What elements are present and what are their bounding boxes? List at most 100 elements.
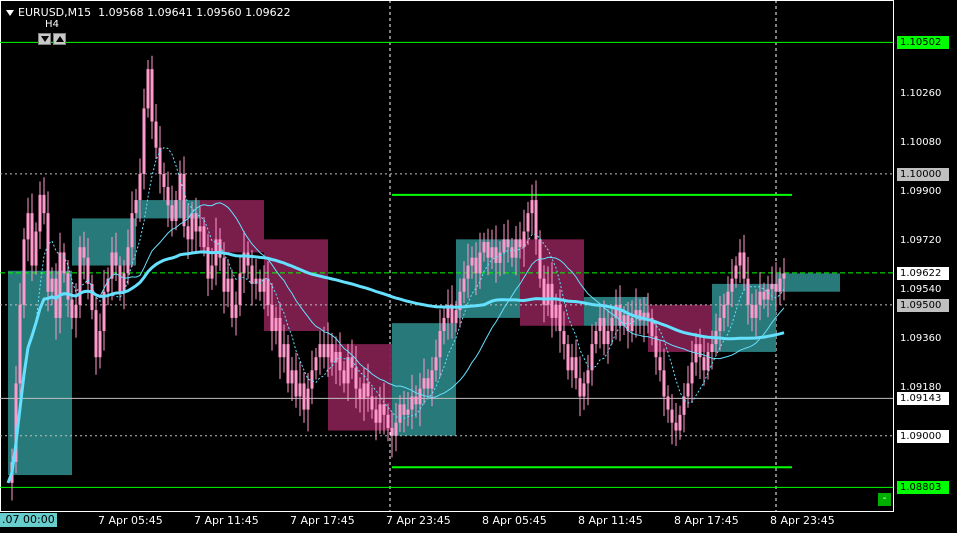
candle-body <box>570 357 574 371</box>
candle-body <box>194 213 198 232</box>
timeframe-widget: H4 <box>38 19 68 47</box>
candle-body <box>590 344 594 371</box>
dropdown-triangle-icon[interactable] <box>6 10 14 16</box>
time-label: 8 Apr 05:45 <box>482 514 547 527</box>
candle-body <box>578 378 582 397</box>
candle-body <box>162 173 166 187</box>
candle-body <box>114 252 118 266</box>
h4-candle-box <box>8 270 72 476</box>
candle-body <box>666 396 670 410</box>
candle-body <box>218 239 222 258</box>
candle-body <box>606 331 610 345</box>
candle-body <box>762 291 766 300</box>
candle-body <box>78 247 82 305</box>
collapse-button[interactable]: - <box>878 493 891 506</box>
time-label: 8 Apr 11:45 <box>578 514 643 527</box>
candle-body <box>330 344 334 363</box>
candle-body <box>518 239 522 248</box>
candle-body <box>558 304 562 332</box>
candle-body <box>730 278 734 292</box>
candle-body <box>658 357 662 371</box>
candle-body <box>294 370 298 397</box>
candle-body <box>166 186 170 206</box>
candle-body <box>486 241 490 258</box>
candle-body <box>738 252 742 266</box>
candle-body <box>310 370 314 389</box>
candle-body <box>710 344 714 352</box>
candle-body <box>494 247 498 263</box>
candle-body <box>118 265 122 292</box>
candle-body <box>222 257 226 292</box>
candle-body <box>718 317 722 332</box>
candle-body <box>374 409 378 423</box>
price-axis-label: 1.08803 <box>897 481 949 495</box>
candle-body <box>146 69 150 109</box>
candle-body <box>706 351 710 371</box>
price-axis-label: 1.09000 <box>897 429 949 443</box>
candle-body <box>130 213 134 248</box>
arrow-up-icon <box>56 36 64 42</box>
price-axis-label: 1.10502 <box>897 36 949 50</box>
candle-body <box>534 200 538 240</box>
candle-body <box>438 331 442 358</box>
candle-body <box>434 357 438 371</box>
h4-candle-box <box>72 218 136 266</box>
timeframe-up-button[interactable] <box>53 33 66 45</box>
candle-body <box>594 331 598 345</box>
candle-body <box>510 247 514 258</box>
candle-body <box>746 278 750 305</box>
candle-body <box>62 252 66 274</box>
candle-body <box>766 289 770 300</box>
candle-body <box>202 226 206 248</box>
candle-body <box>34 231 38 266</box>
candle-body <box>782 273 786 279</box>
mt4-chart-window: EURUSD,M15 1.09568 1.09641 1.09560 1.096… <box>0 0 957 533</box>
time-label: 8 Apr 23:45 <box>770 514 835 527</box>
candle-body <box>126 247 130 274</box>
candle-body <box>74 304 78 318</box>
candle-body <box>586 370 590 384</box>
candle-body <box>582 383 586 397</box>
candle-body <box>154 121 158 148</box>
candle-body <box>274 317 278 332</box>
candle-body <box>646 312 650 318</box>
timeframe-down-button[interactable] <box>38 33 51 45</box>
price-tick: 1.10260 <box>900 88 942 99</box>
candle-body <box>18 304 22 384</box>
candle-body <box>30 213 34 266</box>
candle-body <box>546 283 550 305</box>
timeframe-label: H4 <box>45 19 59 30</box>
candle-body <box>698 344 702 358</box>
candle-body <box>26 213 30 240</box>
candle-body <box>82 247 86 258</box>
candle-body <box>38 194 42 232</box>
candle-body <box>758 291 762 305</box>
h4-candle-box <box>200 200 264 253</box>
time-axis-start-label: .07 00:00 <box>0 513 57 527</box>
price-tick: 1.09720 <box>900 235 942 246</box>
candle-body <box>386 414 390 428</box>
h4-candle-box <box>776 273 840 292</box>
candle-body <box>230 278 234 318</box>
candle-body <box>442 317 446 332</box>
candle-body <box>678 414 682 431</box>
candle-body <box>358 388 362 400</box>
candle-body <box>430 370 434 389</box>
candle-body <box>418 388 422 405</box>
candle-body <box>370 396 374 410</box>
candle-body <box>278 317 282 358</box>
candle-body <box>210 265 214 279</box>
candle-body <box>530 200 534 214</box>
candle-body <box>342 370 346 384</box>
price-tick: 1.09900 <box>900 186 942 197</box>
candle-body <box>750 304 754 318</box>
candle-body <box>402 404 406 415</box>
price-chart[interactable] <box>0 0 957 533</box>
candle-body <box>506 239 510 248</box>
candle-body <box>406 409 410 415</box>
candle-body <box>266 278 270 305</box>
candle-body <box>554 304 558 318</box>
h4-candle-box <box>264 239 328 332</box>
chart-title: EURUSD,M15 1.09568 1.09641 1.09560 1.096… <box>6 6 291 19</box>
candle-body <box>526 213 530 232</box>
